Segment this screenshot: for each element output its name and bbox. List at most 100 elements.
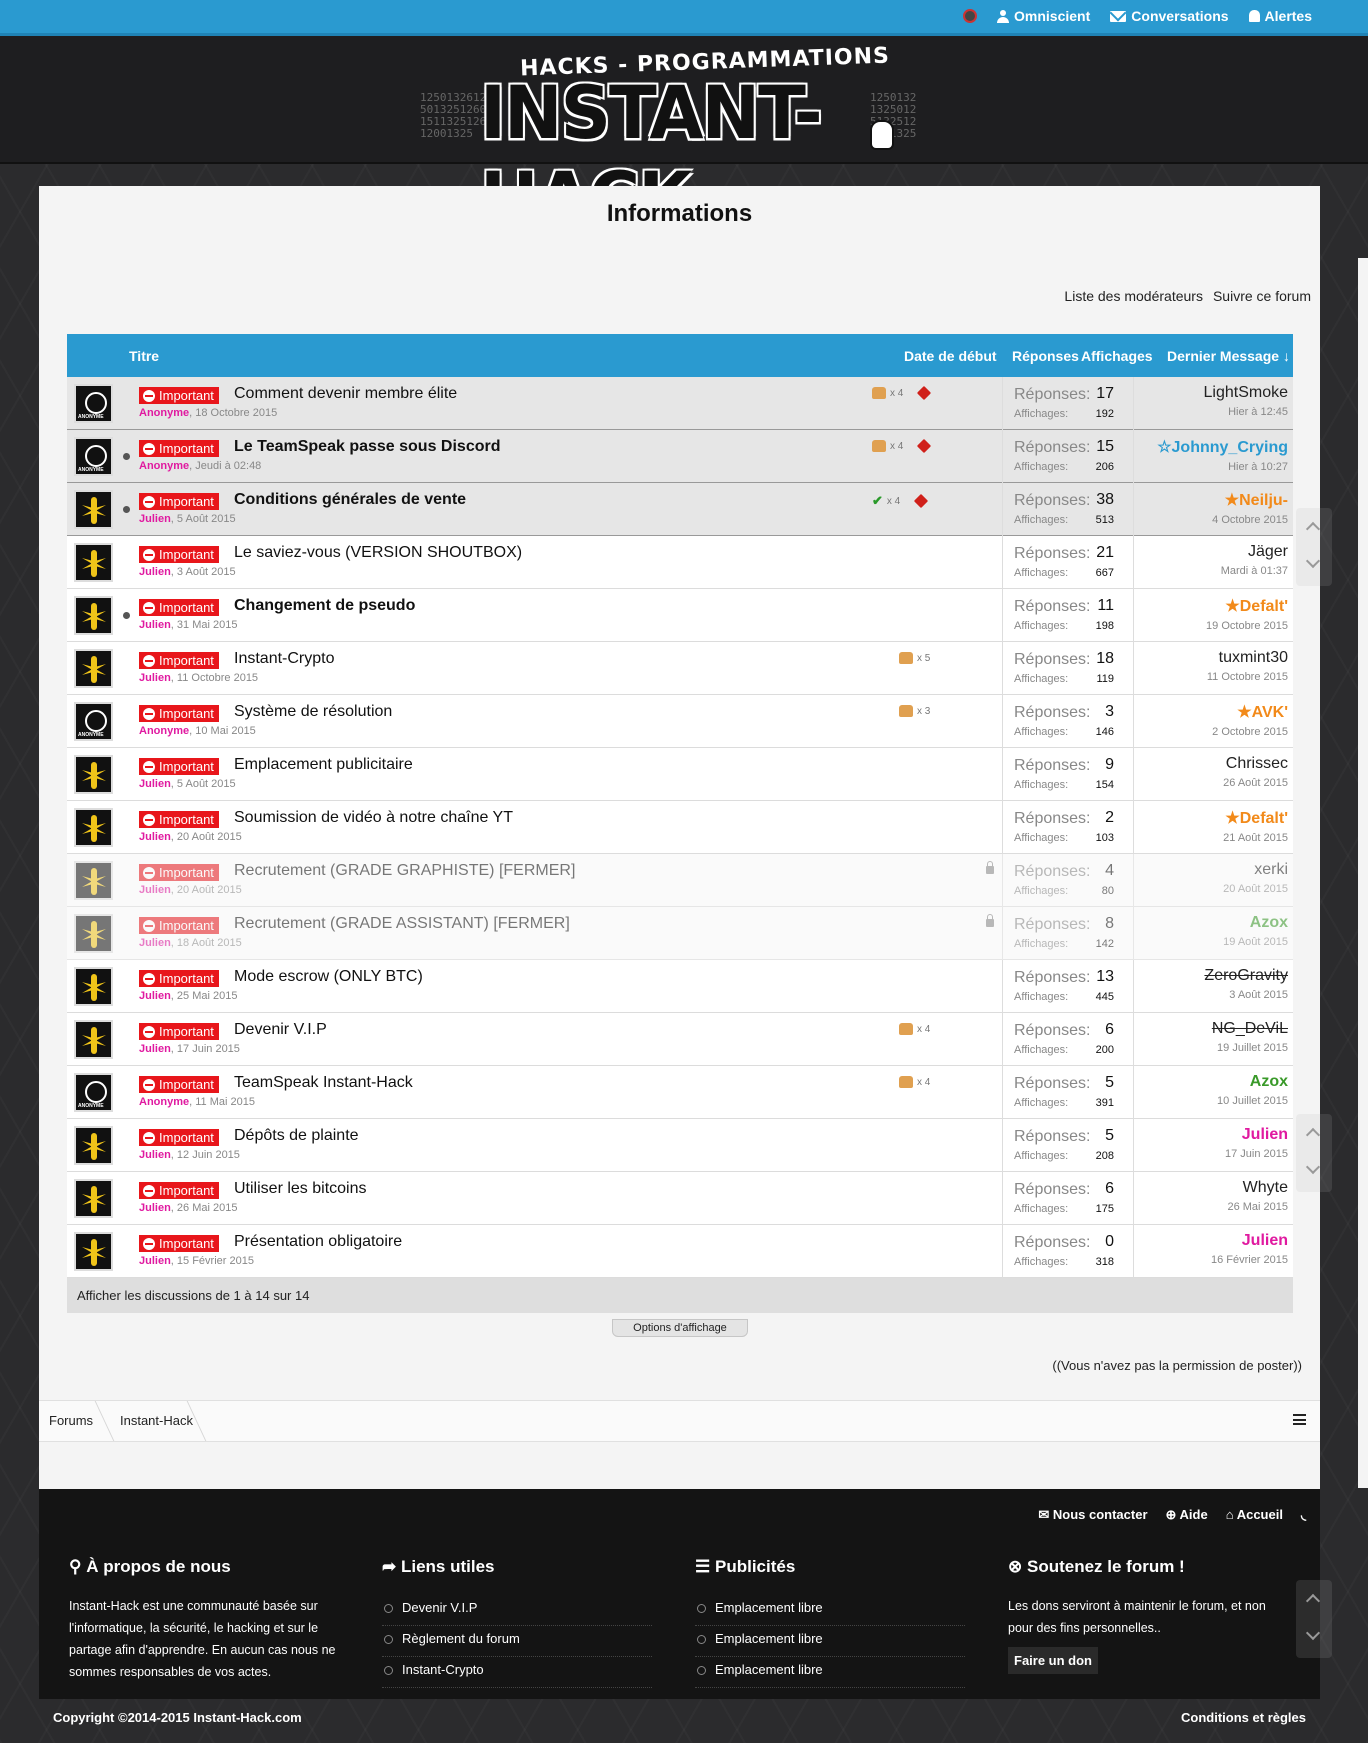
- last-message-time[interactable]: 4 Octobre 2015: [1212, 514, 1288, 526]
- alerts-link[interactable]: Alertes: [1248, 8, 1312, 24]
- important-prefix[interactable]: Important: [139, 1076, 219, 1093]
- thread-title[interactable]: Utiliser les bitcoins: [234, 1180, 366, 1198]
- thread-start-date[interactable]: 5 Août 2015: [177, 778, 236, 790]
- important-prefix[interactable]: Important: [139, 1023, 219, 1040]
- thread-author[interactable]: Julien: [139, 1149, 171, 1161]
- last-message-time[interactable]: 26 Mai 2015: [1227, 1201, 1288, 1213]
- last-poster[interactable]: ZeroGravity: [1204, 967, 1288, 985]
- thread-start-date[interactable]: 3 Août 2015: [177, 566, 236, 578]
- footer-ad-slot[interactable]: Emplacement libre: [695, 1626, 965, 1657]
- important-prefix[interactable]: Important: [139, 864, 219, 881]
- last-message-time[interactable]: 10 Juillet 2015: [1217, 1095, 1288, 1107]
- thread-author[interactable]: Julien: [139, 990, 171, 1002]
- account-link[interactable]: Omniscient: [997, 8, 1090, 24]
- last-message-time[interactable]: 19 Août 2015: [1223, 936, 1288, 948]
- thread-start-date[interactable]: 15 Février 2015: [177, 1255, 254, 1267]
- last-message-time[interactable]: 26 Août 2015: [1223, 777, 1288, 789]
- thread-start-date[interactable]: 20 Août 2015: [177, 884, 242, 896]
- avatar[interactable]: [74, 437, 113, 476]
- scroll-up-icon[interactable]: [1305, 1593, 1321, 1609]
- sort-replies[interactable]: Réponses: [1012, 348, 1079, 364]
- last-message-time[interactable]: 2 Octobre 2015: [1212, 726, 1288, 738]
- avatar[interactable]: [74, 1073, 113, 1112]
- avatar[interactable]: [74, 702, 113, 741]
- scroll-down-icon[interactable]: [1305, 1625, 1321, 1641]
- avatar[interactable]: [74, 1126, 113, 1165]
- last-message-time[interactable]: Mardi à 01:37: [1221, 565, 1288, 577]
- home-link[interactable]: ⌂ Accueil: [1226, 1507, 1283, 1523]
- last-poster[interactable]: Chrissec: [1223, 755, 1288, 773]
- thread-title[interactable]: TeamSpeak Instant-Hack: [234, 1074, 413, 1092]
- avatar[interactable]: [74, 596, 113, 635]
- scroll-down-icon[interactable]: [1305, 1159, 1321, 1175]
- help-link[interactable]: ⊕ Aide: [1166, 1507, 1208, 1523]
- rss-icon[interactable]: ◟: [1301, 1507, 1306, 1523]
- thread-author[interactable]: Julien: [139, 1255, 171, 1267]
- thread-title[interactable]: Dépôts de plainte: [234, 1127, 359, 1145]
- thread-title[interactable]: Changement de pseudo: [234, 597, 415, 615]
- thread-start-date[interactable]: 11 Octobre 2015: [177, 672, 258, 684]
- thread-start-date[interactable]: 17 Juin 2015: [177, 1043, 240, 1055]
- thread-author[interactable]: Julien: [139, 884, 171, 896]
- thread-title[interactable]: Présentation obligatoire: [234, 1233, 402, 1251]
- footer-ad-slot[interactable]: Emplacement libre: [695, 1657, 965, 1688]
- thread-title[interactable]: Recrutement (GRADE GRAPHISTE) [FERMER]: [234, 862, 575, 880]
- avatar[interactable]: [74, 808, 113, 847]
- important-prefix[interactable]: Important: [139, 599, 219, 616]
- follow-forum-link[interactable]: Suivre ce forum: [1213, 288, 1311, 304]
- last-poster[interactable]: ★AVK': [1212, 702, 1288, 722]
- thread-start-date[interactable]: 31 Mai 2015: [177, 619, 238, 631]
- important-prefix[interactable]: Important: [139, 811, 219, 828]
- last-message-time[interactable]: 16 Février 2015: [1211, 1254, 1288, 1266]
- last-message-time[interactable]: 21 Août 2015: [1223, 832, 1288, 844]
- thread-title[interactable]: Le saviez-vous (VERSION SHOUTBOX): [234, 544, 522, 562]
- site-logo[interactable]: 1250132612 5013251260 1511325126 1200132…: [420, 44, 916, 243]
- last-poster[interactable]: Julien: [1225, 1126, 1288, 1144]
- important-prefix[interactable]: Important: [139, 546, 219, 563]
- last-poster[interactable]: NG_DeViL: [1212, 1020, 1288, 1038]
- thread-author[interactable]: Julien: [139, 672, 171, 684]
- last-poster[interactable]: Azox: [1223, 914, 1288, 932]
- footer-ad-slot[interactable]: Emplacement libre: [695, 1595, 965, 1626]
- thread-title[interactable]: Soumission de vidéo à notre chaîne YT: [234, 809, 513, 827]
- thread-title[interactable]: Emplacement publicitaire: [234, 756, 413, 774]
- sort-views[interactable]: Affichages: [1081, 348, 1153, 364]
- important-prefix[interactable]: Important: [139, 387, 219, 404]
- last-poster[interactable]: ☆Johnny_Crying: [1157, 437, 1288, 457]
- sort-last-message[interactable]: Dernier Message ↓: [1167, 348, 1290, 364]
- thread-author[interactable]: Julien: [139, 513, 171, 525]
- thread-author[interactable]: Anonyme: [139, 407, 189, 419]
- important-prefix[interactable]: Important: [139, 758, 219, 775]
- last-poster[interactable]: Whyte: [1227, 1179, 1288, 1197]
- thread-author[interactable]: Anonyme: [139, 1096, 189, 1108]
- thread-start-date[interactable]: 12 Juin 2015: [177, 1149, 240, 1161]
- sort-start-date[interactable]: Date de début: [904, 348, 997, 364]
- avatar[interactable]: [74, 755, 113, 794]
- avatar[interactable]: [74, 1020, 113, 1059]
- avatar[interactable]: [74, 1179, 113, 1218]
- footer-link-vip[interactable]: Devenir V.I.P: [382, 1595, 652, 1626]
- thread-start-date[interactable]: 5 Août 2015: [177, 513, 236, 525]
- status-icon[interactable]: [963, 9, 978, 23]
- thread-author[interactable]: Anonyme: [139, 725, 189, 737]
- thread-title[interactable]: Mode escrow (ONLY BTC): [234, 968, 423, 986]
- last-poster[interactable]: ★Defalt': [1206, 596, 1288, 616]
- last-poster[interactable]: ★Defalt': [1223, 808, 1288, 828]
- last-message-time[interactable]: Hier à 12:45: [1204, 406, 1288, 418]
- important-prefix[interactable]: Important: [139, 652, 219, 669]
- thread-author[interactable]: Julien: [139, 937, 171, 949]
- avatar[interactable]: [74, 1232, 113, 1271]
- avatar[interactable]: [74, 490, 113, 529]
- last-poster[interactable]: ★Neilju-: [1212, 490, 1288, 510]
- last-poster[interactable]: Jäger: [1221, 543, 1288, 561]
- important-prefix[interactable]: Important: [139, 705, 219, 722]
- last-message-time[interactable]: 19 Octobre 2015: [1206, 620, 1288, 632]
- footer-link-crypto[interactable]: Instant-Crypto: [382, 1657, 652, 1688]
- thread-start-date[interactable]: 18 Août 2015: [177, 937, 242, 949]
- footer-link-rules[interactable]: Règlement du forum: [382, 1626, 652, 1657]
- display-options-button[interactable]: Options d'affichage: [612, 1319, 748, 1337]
- thread-start-date[interactable]: 25 Mai 2015: [177, 990, 238, 1002]
- avatar[interactable]: [74, 861, 113, 900]
- last-poster[interactable]: Azox: [1217, 1073, 1288, 1091]
- thread-author[interactable]: Julien: [139, 1202, 171, 1214]
